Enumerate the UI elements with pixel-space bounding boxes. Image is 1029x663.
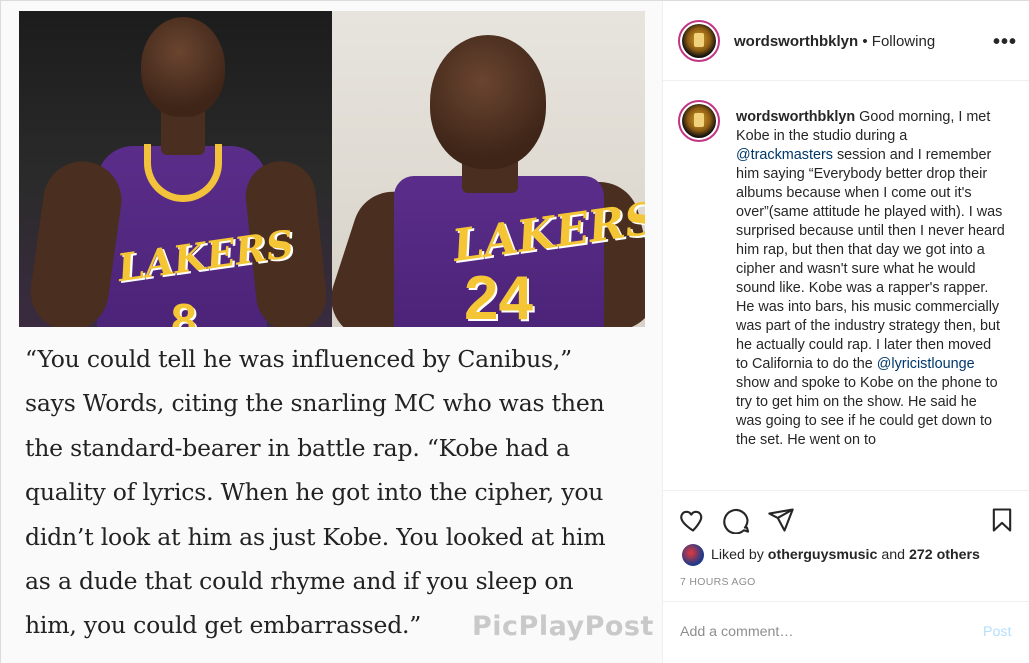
photo-kobe-older: LAKERS 24 — [332, 11, 645, 327]
post-media[interactable]: LAKERS 8 LAKERS 24 “You could tell he wa… — [1, 1, 663, 663]
head-shape — [430, 35, 546, 169]
likes-summary: Liked by otherguysmusic and 272 others — [682, 544, 980, 566]
comment-input[interactable]: Add a comment… — [680, 624, 794, 640]
caption-username[interactable]: wordsworthbklyn — [736, 109, 855, 125]
mention-link[interactable]: @lyricistlounge — [877, 356, 975, 372]
quote-line: “You could tell he was influenced by Can… — [25, 345, 572, 373]
quote-line: quality of lyrics. When he got into the … — [25, 478, 604, 507]
quote-line: didn’t look at him as just Kobe. You loo… — [25, 522, 606, 551]
caption-text: wordsworthbklyn Good morning, I met Kobe… — [736, 108, 1006, 450]
quote-text: “You could tell he was influenced by Can… — [25, 337, 645, 648]
liker-username[interactable]: otherguysmusic — [768, 547, 878, 563]
liked-by-label: Liked by — [711, 547, 764, 563]
post-header: wordsworthbklyn • Following ••• — [663, 1, 1029, 81]
quote-line: the standard-bearer in battle rap. “Kobe… — [25, 433, 570, 462]
photo-kobe-young: LAKERS 8 — [19, 11, 332, 327]
quote-line: as a dude that could rhyme and if you sl… — [25, 567, 574, 596]
caption-section[interactable]: wordsworthbklyn Good morning, I met Kobe… — [663, 81, 1029, 491]
caption-body: session and I remember him saying “Every… — [736, 147, 1005, 372]
others-link[interactable]: 272 others — [909, 547, 980, 563]
photo-collage: LAKERS 8 LAKERS 24 — [19, 11, 645, 327]
and-label: and — [881, 547, 906, 563]
post-timestamp[interactable]: 7 HOURS AGO — [680, 576, 756, 588]
username-link[interactable]: wordsworthbklyn — [734, 33, 858, 50]
post-comment-button[interactable]: Post — [983, 624, 1011, 640]
caption-body: show and spoke to Kobe on the phone to t… — [736, 375, 998, 448]
mention-link[interactable]: @trackmasters — [736, 147, 833, 163]
head-shape — [141, 17, 225, 117]
instagram-post-modal: LAKERS 8 LAKERS 24 “You could tell he wa… — [0, 0, 1029, 663]
separator-dot: • — [862, 33, 868, 50]
watermark: PicPlayPost — [472, 611, 654, 642]
share-icon[interactable] — [767, 506, 795, 534]
bookmark-icon[interactable] — [988, 506, 1016, 534]
comment-bar: Add a comment… Post — [663, 601, 1029, 663]
comment-icon[interactable] — [723, 506, 751, 534]
header-user: wordsworthbklyn • Following — [734, 33, 935, 50]
jersey-number: 24 — [464, 264, 533, 327]
jersey-number: 8 — [171, 294, 197, 327]
quote-line: says Words, citing the snarling MC who w… — [25, 389, 605, 418]
action-bar: Liked by otherguysmusic and 272 others 7… — [663, 491, 1029, 601]
post-sidebar: wordsworthbklyn • Following ••• wordswor… — [663, 1, 1029, 663]
liker-avatar[interactable] — [682, 544, 704, 566]
avatar[interactable] — [678, 100, 720, 142]
heart-icon[interactable] — [679, 506, 707, 534]
avatar[interactable] — [678, 20, 720, 62]
following-button[interactable]: Following — [872, 33, 935, 50]
more-options-icon[interactable]: ••• — [993, 31, 1017, 54]
